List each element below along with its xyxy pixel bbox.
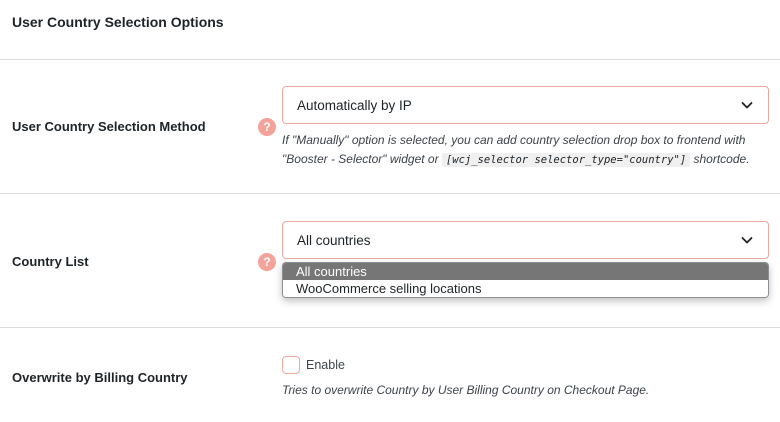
- chevron-down-icon: [741, 102, 753, 109]
- shortcode: [wcj_selector selector_type="country"]: [441, 153, 691, 167]
- method-label: User Country Selection Method: [12, 119, 206, 134]
- billing-description: Tries to overwrite Country by User Billi…: [282, 383, 650, 397]
- country-list-value: All countries: [297, 232, 371, 248]
- enable-checkbox-wrap[interactable]: Enable: [282, 356, 345, 374]
- help-icon[interactable]: ?: [258, 118, 276, 136]
- method-description: If "Manually" option is selected, you ca…: [282, 131, 772, 170]
- country-list-select[interactable]: All countries: [282, 221, 769, 259]
- method-desc-suffix: shortcode.: [693, 152, 750, 166]
- settings-page: User Country Selection Options User Coun…: [0, 0, 780, 422]
- selection-method-value: Automatically by IP: [297, 97, 412, 113]
- method-desc-line1: If "Manually" option is selected, you ca…: [282, 133, 746, 147]
- divider: [0, 327, 780, 328]
- dropdown-option-selling-locations[interactable]: WooCommerce selling locations: [283, 280, 768, 297]
- country-list-dropdown[interactable]: All countries WooCommerce selling locati…: [282, 262, 769, 298]
- chevron-down-icon: [741, 237, 753, 244]
- method-desc-text: "Booster - Selector" widget or: [282, 152, 439, 166]
- divider: [0, 193, 780, 194]
- country-list-label: Country List: [12, 254, 89, 269]
- method-desc-line2: "Booster - Selector" widget or [wcj_sele…: [282, 150, 772, 170]
- billing-label: Overwrite by Billing Country: [12, 370, 188, 385]
- help-icon[interactable]: ?: [258, 253, 276, 271]
- enable-checkbox-label[interactable]: Enable: [306, 358, 345, 372]
- enable-checkbox[interactable]: [282, 356, 300, 374]
- dropdown-option-all-countries[interactable]: All countries: [283, 263, 768, 280]
- section-title: User Country Selection Options: [12, 14, 224, 30]
- selection-method-select[interactable]: Automatically by IP: [282, 86, 769, 124]
- divider: [0, 59, 780, 60]
